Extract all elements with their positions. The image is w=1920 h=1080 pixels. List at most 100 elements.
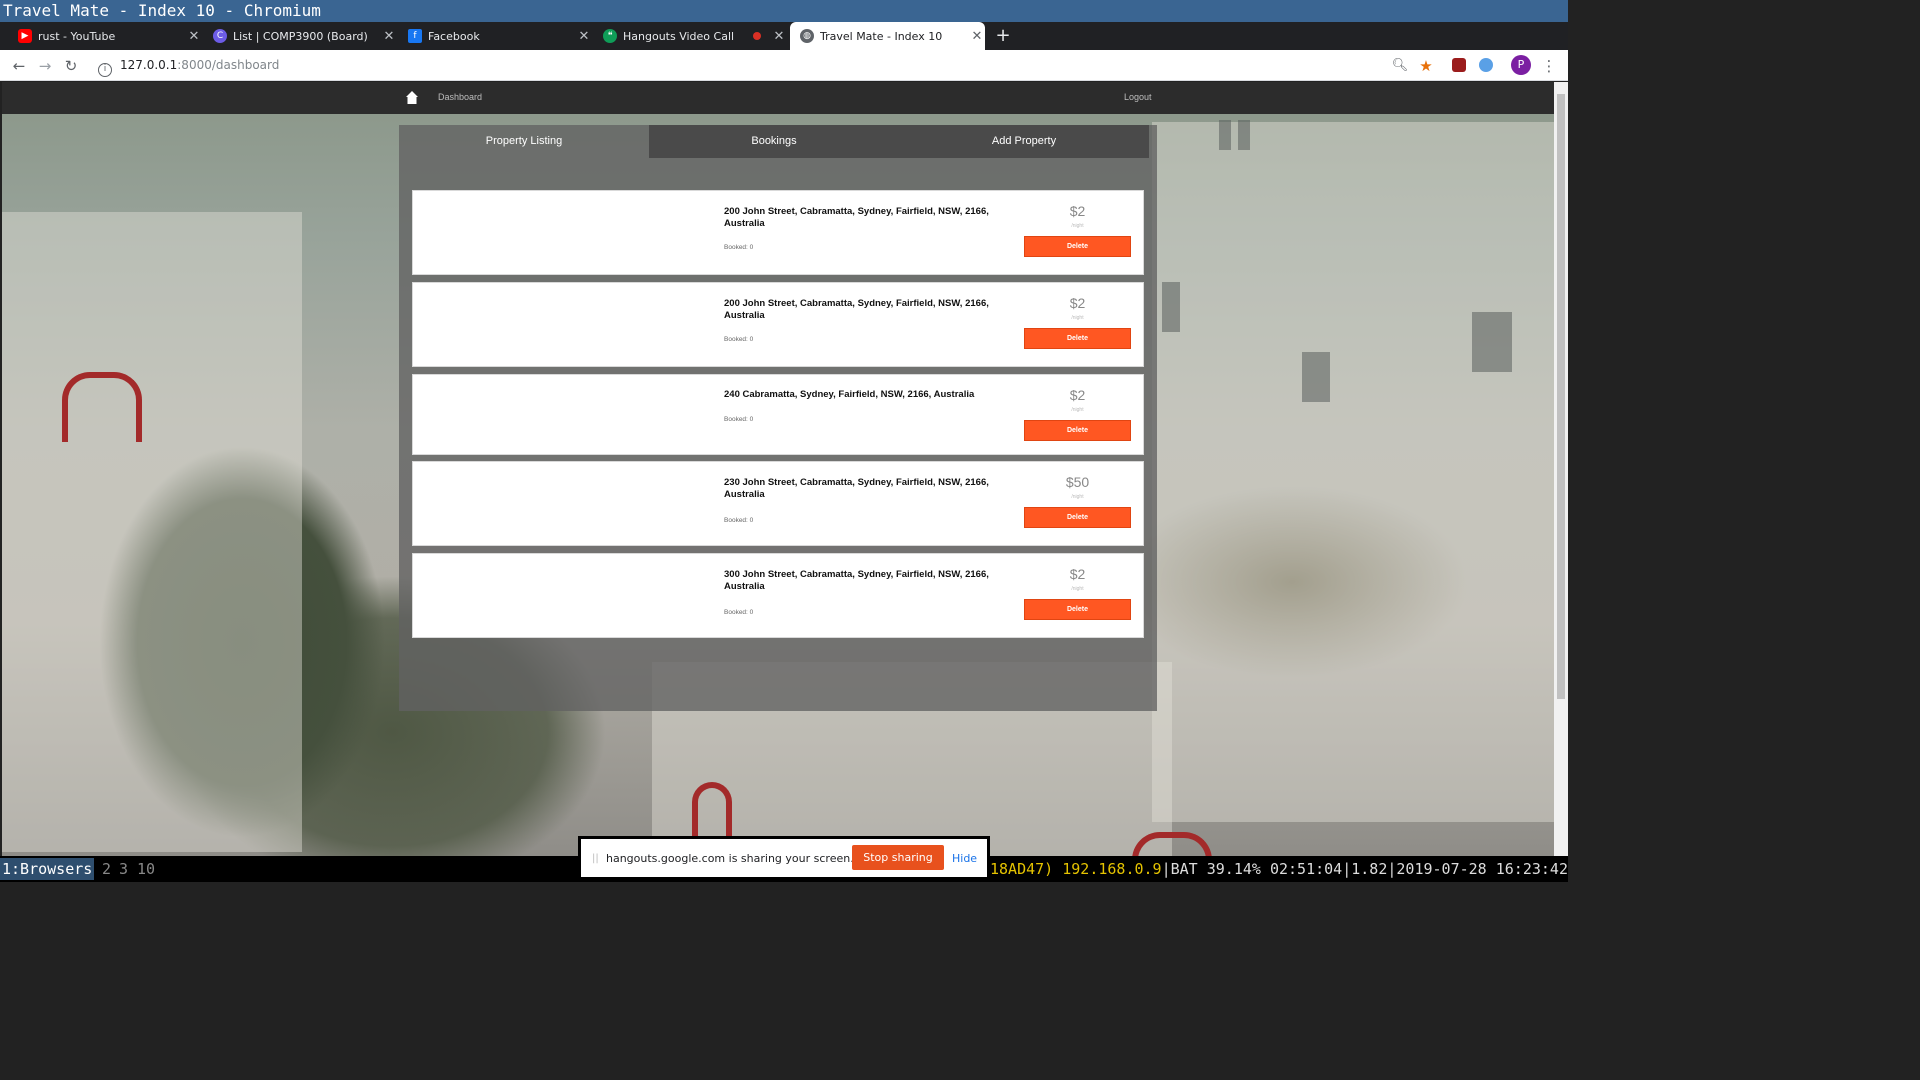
background-arch bbox=[62, 372, 142, 442]
page-scrollbar[interactable] bbox=[1554, 82, 1568, 856]
listing-price: $2 bbox=[1069, 387, 1086, 403]
delete-listing-button[interactable]: Delete bbox=[1024, 420, 1131, 441]
background-building bbox=[2, 212, 302, 852]
zoom-icon[interactable]: 🔍︎ bbox=[1389, 55, 1411, 77]
listing-card: 300 John Street, Cabramatta, Sydney, Fai… bbox=[412, 553, 1144, 638]
listing-booked-count: Booked: 0 bbox=[724, 416, 754, 423]
close-icon[interactable]: ✕ bbox=[969, 29, 985, 44]
tab-bookings[interactable]: Bookings bbox=[649, 125, 899, 158]
board-icon: C bbox=[213, 29, 227, 43]
tab-property-listing[interactable]: Property Listing bbox=[399, 125, 649, 158]
listing-price-unit: /night bbox=[1071, 223, 1084, 229]
delete-listing-button[interactable]: Delete bbox=[1024, 507, 1131, 528]
ublock-icon[interactable] bbox=[1452, 58, 1466, 72]
listing-address: 200 John Street, Cabramatta, Sydney, Fai… bbox=[724, 206, 989, 229]
tab-comp3900-board[interactable]: C List | COMP3900 (Board) ✕ bbox=[207, 22, 397, 50]
workspace-1[interactable]: 1:Browsers bbox=[0, 858, 95, 880]
drag-handle-icon[interactable]: || bbox=[592, 853, 599, 864]
delete-listing-button[interactable]: Delete bbox=[1024, 236, 1131, 257]
globe-icon: ◍ bbox=[800, 29, 814, 43]
listing-price-unit: /night bbox=[1071, 586, 1084, 592]
menu-icon[interactable]: ⋮ bbox=[1538, 55, 1560, 77]
back-icon[interactable]: ← bbox=[8, 55, 30, 77]
listing-price: $2 bbox=[1069, 295, 1086, 311]
listing-price-unit: /night bbox=[1071, 407, 1084, 413]
listing-address: 240 Cabramatta, Sydney, Fairfield, NSW, … bbox=[724, 389, 975, 400]
nav-logout-link[interactable]: Logout bbox=[1124, 92, 1152, 102]
tab-youtube[interactable]: ▶ rust - YouTube ✕ bbox=[12, 22, 202, 50]
listing-booked-count: Booked: 0 bbox=[724, 609, 754, 616]
forward-icon[interactable]: → bbox=[34, 55, 56, 77]
tab-title: Hangouts Video Call bbox=[623, 29, 735, 43]
reload-icon[interactable]: ↻ bbox=[60, 55, 82, 77]
listing-card: 240 Cabramatta, Sydney, Fairfield, NSW, … bbox=[412, 374, 1144, 455]
tab-travel-mate[interactable]: ◍ Travel Mate - Index 10 ✕ bbox=[790, 22, 985, 50]
tab-title: List | COMP3900 (Board) bbox=[233, 29, 368, 43]
listing-price: $50 bbox=[1065, 474, 1090, 490]
listing-card: 200 John Street, Cabramatta, Sydney, Fai… bbox=[412, 282, 1144, 367]
share-message: hangouts.google.com is sharing your scre… bbox=[606, 852, 854, 865]
site-navbar: Dashboard Logout bbox=[2, 82, 1554, 114]
background-arch bbox=[692, 782, 732, 842]
listing-booked-count: Booked: 0 bbox=[724, 336, 754, 343]
listing-booked-count: Booked: 0 bbox=[724, 517, 754, 524]
background-window bbox=[1238, 120, 1250, 150]
close-icon[interactable]: ✕ bbox=[576, 29, 592, 44]
browser-toolbar: ← → ↻ i 127.0.0.1:8000/dashboard 🔍︎ ★ P ⋮ bbox=[0, 50, 1568, 81]
delete-listing-button[interactable]: Delete bbox=[1024, 328, 1131, 349]
youtube-icon: ▶ bbox=[18, 29, 32, 43]
listing-price: $2 bbox=[1069, 203, 1086, 219]
listing-card: 230 John Street, Cabramatta, Sydney, Fai… bbox=[412, 461, 1144, 546]
background-window bbox=[1472, 312, 1512, 372]
profile-avatar[interactable]: P bbox=[1511, 55, 1531, 75]
background-building bbox=[1152, 122, 1554, 822]
delete-listing-button[interactable]: Delete bbox=[1024, 599, 1131, 620]
address-bar[interactable]: i 127.0.0.1:8000/dashboard bbox=[92, 54, 1412, 77]
url-host: 127.0.0.1 bbox=[120, 58, 178, 72]
dashboard-tabs: Property Listing Bookings Add Property bbox=[399, 125, 1149, 158]
bookmark-star-icon[interactable]: ★ bbox=[1415, 55, 1437, 77]
battery-status: BAT 39.14% 02:51:04 bbox=[1170, 860, 1343, 878]
screen-share-bar: || hangouts.google.com is sharing your s… bbox=[578, 836, 990, 880]
listing-address: 230 John Street, Cabramatta, Sydney, Fai… bbox=[724, 477, 989, 500]
info-icon[interactable]: i bbox=[98, 63, 112, 77]
listing-address: 200 John Street, Cabramatta, Sydney, Fai… bbox=[724, 298, 989, 321]
listing-address: 300 John Street, Cabramatta, Sydney, Fai… bbox=[724, 569, 989, 592]
page-viewport: Dashboard Logout Property Listing Bookin… bbox=[2, 82, 1554, 856]
extension-icon[interactable] bbox=[1479, 58, 1493, 72]
listing-price: $2 bbox=[1069, 566, 1086, 582]
stop-sharing-button[interactable]: Stop sharing bbox=[852, 845, 944, 870]
workspace-3[interactable]: 3 bbox=[117, 858, 130, 880]
url-path: :8000/dashboard bbox=[177, 58, 280, 72]
tab-add-property[interactable]: Add Property bbox=[899, 125, 1149, 158]
listing-price-unit: /night bbox=[1071, 494, 1084, 500]
window-title: Travel Mate - Index 10 - Chromium bbox=[0, 0, 1568, 22]
hide-button[interactable]: Hide bbox=[952, 852, 977, 865]
close-icon[interactable]: ✕ bbox=[381, 29, 397, 44]
facebook-icon: f bbox=[408, 29, 422, 43]
hangouts-icon: ❝ bbox=[603, 29, 617, 43]
tab-title: Travel Mate - Index 10 bbox=[820, 29, 943, 43]
workspace-10[interactable]: 10 bbox=[135, 858, 157, 880]
close-icon[interactable]: ✕ bbox=[771, 29, 787, 44]
background-arch bbox=[1132, 832, 1212, 856]
home-icon[interactable] bbox=[406, 91, 418, 104]
tab-hangouts[interactable]: ❝ Hangouts Video Call ✕ bbox=[597, 22, 787, 50]
recording-icon bbox=[753, 32, 761, 40]
listing-card: 200 John Street, Cabramatta, Sydney, Fai… bbox=[412, 190, 1144, 275]
close-icon[interactable]: ✕ bbox=[186, 29, 202, 44]
new-tab-button[interactable]: + bbox=[993, 22, 1013, 50]
scrollbar-thumb[interactable] bbox=[1557, 94, 1565, 699]
background-window bbox=[1302, 352, 1330, 402]
background-window bbox=[1219, 120, 1231, 150]
tab-facebook[interactable]: f Facebook ✕ bbox=[402, 22, 592, 50]
listing-price-unit: /night bbox=[1071, 315, 1084, 321]
nav-dashboard-link[interactable]: Dashboard bbox=[438, 92, 482, 102]
listing-booked-count: Booked: 0 bbox=[724, 244, 754, 251]
system-info: 18AD47) 192.168.0.9|BAT 39.14% 02:51:04|… bbox=[990, 860, 1568, 878]
workspace-2[interactable]: 2 bbox=[100, 858, 113, 880]
tab-title: Facebook bbox=[428, 29, 480, 43]
network-id: 18AD47) bbox=[990, 860, 1054, 878]
tab-title: rust - YouTube bbox=[38, 29, 116, 43]
tab-strip: ▶ rust - YouTube ✕ C List | COMP3900 (Bo… bbox=[0, 22, 1568, 50]
